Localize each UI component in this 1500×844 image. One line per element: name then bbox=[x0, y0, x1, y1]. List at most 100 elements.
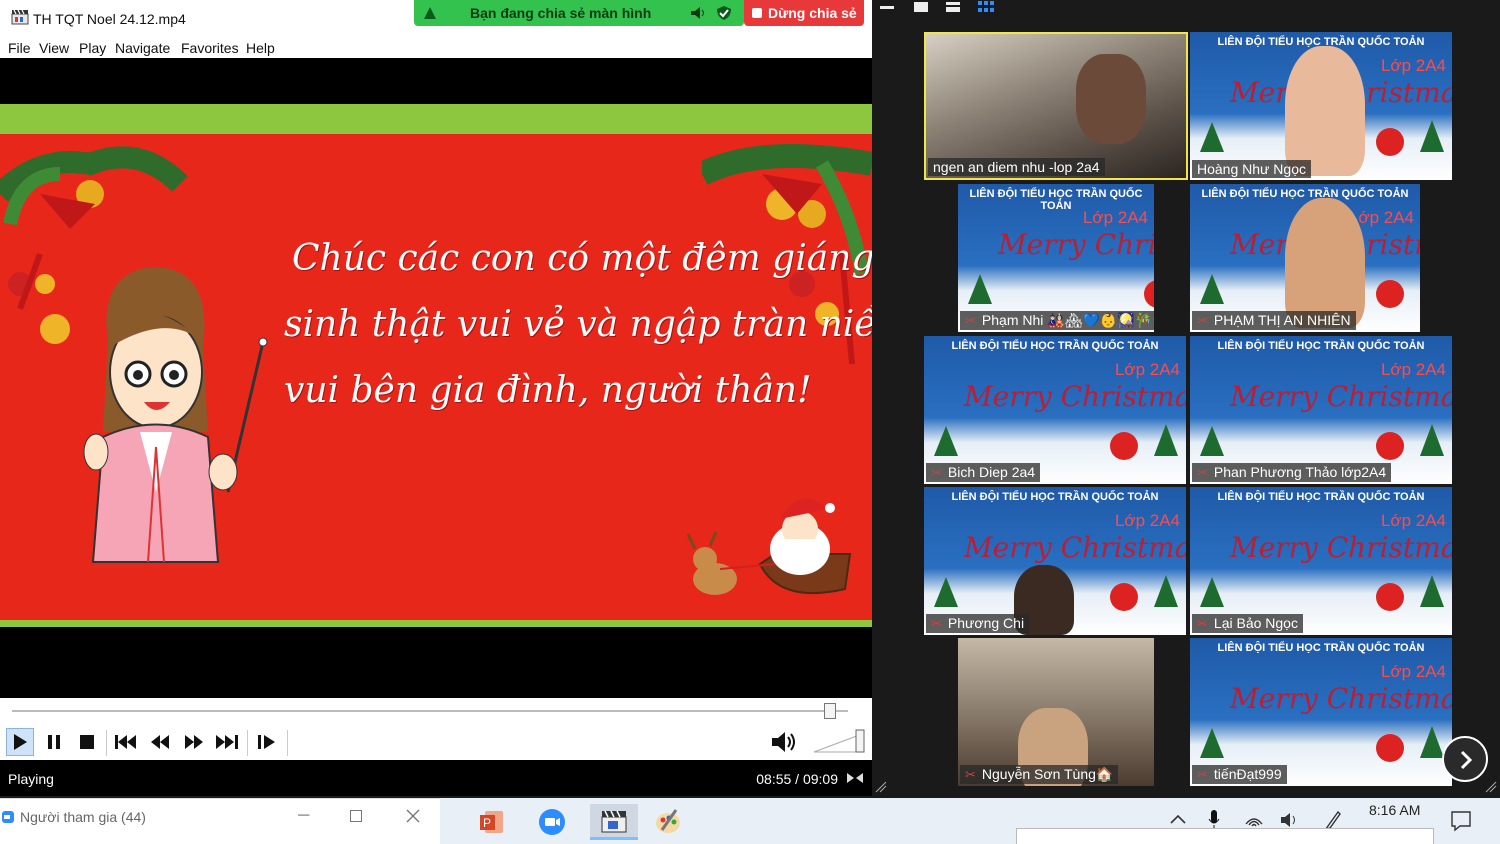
control-separator bbox=[287, 730, 288, 756]
strip-view-icon[interactable] bbox=[946, 2, 960, 12]
share-banner-text: Bạn đang chia sẻ màn hình bbox=[470, 5, 652, 21]
play-icon bbox=[14, 734, 27, 750]
slide-bottom-band bbox=[0, 620, 872, 627]
taskbar-zoom[interactable] bbox=[532, 804, 572, 840]
minimize-icon[interactable]: ─ bbox=[298, 807, 309, 825]
minimize-view-icon[interactable] bbox=[880, 6, 894, 9]
seek-bar-area bbox=[0, 698, 872, 724]
menu-view[interactable]: View bbox=[39, 40, 69, 56]
stop-square-icon bbox=[752, 8, 762, 18]
next-button[interactable] bbox=[213, 728, 241, 756]
tile-school-header: LIÊN ĐỘI TIỂU HỌC TRẦN QUỐC TOẢN bbox=[1217, 642, 1425, 654]
volume-icon[interactable] bbox=[1280, 812, 1300, 828]
participant-tile[interactable]: LIÊN ĐỘI TIỂU HỌC TRẦN QUỐC TOẢN Lớp 2A4 M… bbox=[1190, 184, 1420, 332]
santa-sleigh-icon bbox=[686, 498, 852, 595]
stop-button[interactable] bbox=[73, 728, 101, 756]
slide-top-band bbox=[0, 104, 872, 134]
christmas-trees-icon bbox=[1200, 424, 1444, 460]
next-page-button[interactable] bbox=[1442, 736, 1488, 782]
paint-palette-icon bbox=[656, 809, 680, 833]
participant-tile[interactable]: LIÊN ĐỘI TIỂU HỌC TRẦN QUỐC TOẢN Lớp 2A4 M… bbox=[958, 184, 1154, 332]
resize-grip-icon[interactable] bbox=[1484, 780, 1498, 794]
volume-slider[interactable] bbox=[812, 728, 868, 756]
windows-taskbar: P 8:16 AM bbox=[440, 798, 1500, 844]
audio-icon[interactable] bbox=[690, 6, 706, 20]
participant-tile[interactable]: LIÊN ĐỘI TIỂU HỌC TRẦN QUỐC TOẢN Lớp 2A4 M… bbox=[1190, 32, 1452, 180]
play-button[interactable] bbox=[6, 728, 34, 756]
control-separator bbox=[247, 730, 248, 756]
close-icon[interactable] bbox=[406, 809, 420, 823]
tile-school-header: LIÊN ĐỘI TIỂU HỌC TRẦN QUỐC TOẢN bbox=[1217, 491, 1425, 503]
previous-button[interactable] bbox=[112, 728, 140, 756]
skip-next-icon bbox=[216, 735, 238, 749]
frame-step-button[interactable] bbox=[253, 728, 281, 756]
christmas-trees-icon bbox=[1200, 575, 1444, 611]
fast-forward-icon bbox=[185, 735, 203, 749]
video-area[interactable]: Chúc các con có một đêm giáng sinh thật … bbox=[0, 58, 872, 698]
playback-speed-icon[interactable] bbox=[846, 772, 864, 784]
participant-tile[interactable]: ✂ Nguyễn Sơn Tùng🏠 bbox=[958, 638, 1154, 786]
screen-share-banner[interactable]: Bạn đang chia sẻ màn hình bbox=[414, 0, 744, 26]
menu-favorites[interactable]: Favorites bbox=[181, 40, 239, 56]
taskbar-paint[interactable] bbox=[648, 804, 688, 840]
microphone-icon[interactable] bbox=[1208, 810, 1220, 830]
taskbar-clock[interactable]: 8:16 AM bbox=[1369, 802, 1420, 818]
participant-name-label: tiếnĐạt999 bbox=[1213, 766, 1282, 782]
video-frame-slide: Chúc các con có một đêm giáng sinh thật … bbox=[0, 134, 872, 620]
maximize-icon[interactable] bbox=[350, 810, 362, 822]
muted-mic-icon: ✂ bbox=[1197, 616, 1208, 631]
speaker-view-icon[interactable] bbox=[914, 2, 928, 12]
gallery-view-icon[interactable] bbox=[978, 1, 994, 13]
film-clapper-icon bbox=[601, 810, 627, 832]
pause-button[interactable] bbox=[40, 728, 68, 756]
menu-help[interactable]: Help bbox=[246, 40, 275, 56]
wifi-icon[interactable] bbox=[1244, 812, 1264, 828]
shield-check-icon[interactable] bbox=[716, 5, 732, 21]
participants-window[interactable]: Người tham gia (44) ─ bbox=[0, 798, 440, 844]
taskbar-media-player[interactable] bbox=[590, 804, 638, 840]
participant-tile[interactable]: LIÊN ĐỘI TIỂU HỌC TRẦN QUỐC TOẢN Lớp 2A4 M… bbox=[924, 336, 1186, 484]
participant-tile[interactable]: LIÊN ĐỘI TIỂU HỌC TRẦN QUỐC TOẢN Lớp 2A4 M… bbox=[1190, 487, 1452, 635]
menu-file[interactable]: File bbox=[8, 40, 31, 56]
slide-text-line-2: sinh thật vui vẻ và ngập tràn niềm bbox=[284, 304, 872, 345]
stop-icon bbox=[80, 735, 94, 749]
mute-button[interactable] bbox=[770, 728, 798, 756]
fast-forward-button[interactable] bbox=[180, 728, 208, 756]
powerpoint-icon: P bbox=[480, 811, 503, 833]
pen-icon[interactable] bbox=[1324, 810, 1342, 830]
participant-name-label: PHẠM THỊ AN NHIÊN bbox=[1213, 312, 1351, 328]
playback-controls bbox=[0, 724, 872, 760]
christmas-trees-icon bbox=[968, 274, 1154, 308]
pause-icon bbox=[48, 735, 60, 749]
zoom-icon bbox=[539, 809, 565, 835]
participant-name: ✂ PHẠM THỊ AN NHIÊN bbox=[1192, 311, 1356, 330]
seek-thumb[interactable] bbox=[823, 703, 836, 719]
participant-tile[interactable]: LIÊN ĐỘI TIỂU HỌC TRẦN QUỐC TOẢN Lớp 2A4 M… bbox=[1190, 336, 1452, 484]
participant-tile[interactable]: LIÊN ĐỘI TIỂU HỌC TRẦN QUỐC TOẢN Lớp 2A4 M… bbox=[1190, 638, 1452, 786]
time-readout: 08:55 / 09:09 bbox=[756, 771, 838, 787]
rewind-button[interactable] bbox=[146, 728, 174, 756]
resize-grip-icon[interactable] bbox=[874, 780, 888, 794]
participant-tile[interactable]: LIÊN ĐỘI TIỂU HỌC TRẦN QUỐC TOẢN Lớp 2A4 M… bbox=[924, 487, 1186, 635]
muted-mic-icon: ✂ bbox=[1197, 313, 1208, 328]
chevron-up-icon[interactable] bbox=[1170, 814, 1186, 824]
participants-window-title: Người tham gia (44) bbox=[20, 809, 146, 825]
menu-play[interactable]: Play bbox=[79, 40, 106, 56]
participant-name: ✂ Bich Diep 2a4 bbox=[926, 463, 1041, 482]
participant-video-figure bbox=[1076, 54, 1146, 144]
chevron-right-icon bbox=[1460, 750, 1473, 770]
seek-track[interactable] bbox=[12, 710, 848, 712]
notification-center-icon[interactable] bbox=[1450, 810, 1472, 832]
tile-class-label: Lớp 2A4 bbox=[1114, 360, 1180, 379]
frame-step-icon bbox=[258, 735, 275, 749]
rewind-icon bbox=[151, 735, 169, 749]
teacher-cartoon-icon bbox=[83, 267, 268, 563]
menu-navigate[interactable]: Navigate bbox=[115, 40, 170, 56]
muted-mic-icon: ✂ bbox=[931, 465, 942, 480]
participant-tile[interactable]: ngen an diem nhu -lop 2a4 bbox=[924, 32, 1188, 180]
participant-name-label: Phan Phương Thảo lớp2A4 bbox=[1213, 464, 1387, 480]
film-clapper-icon bbox=[11, 9, 29, 25]
stop-share-button[interactable]: Dừng chia sẻ bbox=[744, 0, 864, 26]
participant-name: ✂ Phan Phương Thảo lớp2A4 bbox=[1192, 463, 1392, 482]
taskbar-powerpoint[interactable]: P bbox=[472, 804, 512, 840]
